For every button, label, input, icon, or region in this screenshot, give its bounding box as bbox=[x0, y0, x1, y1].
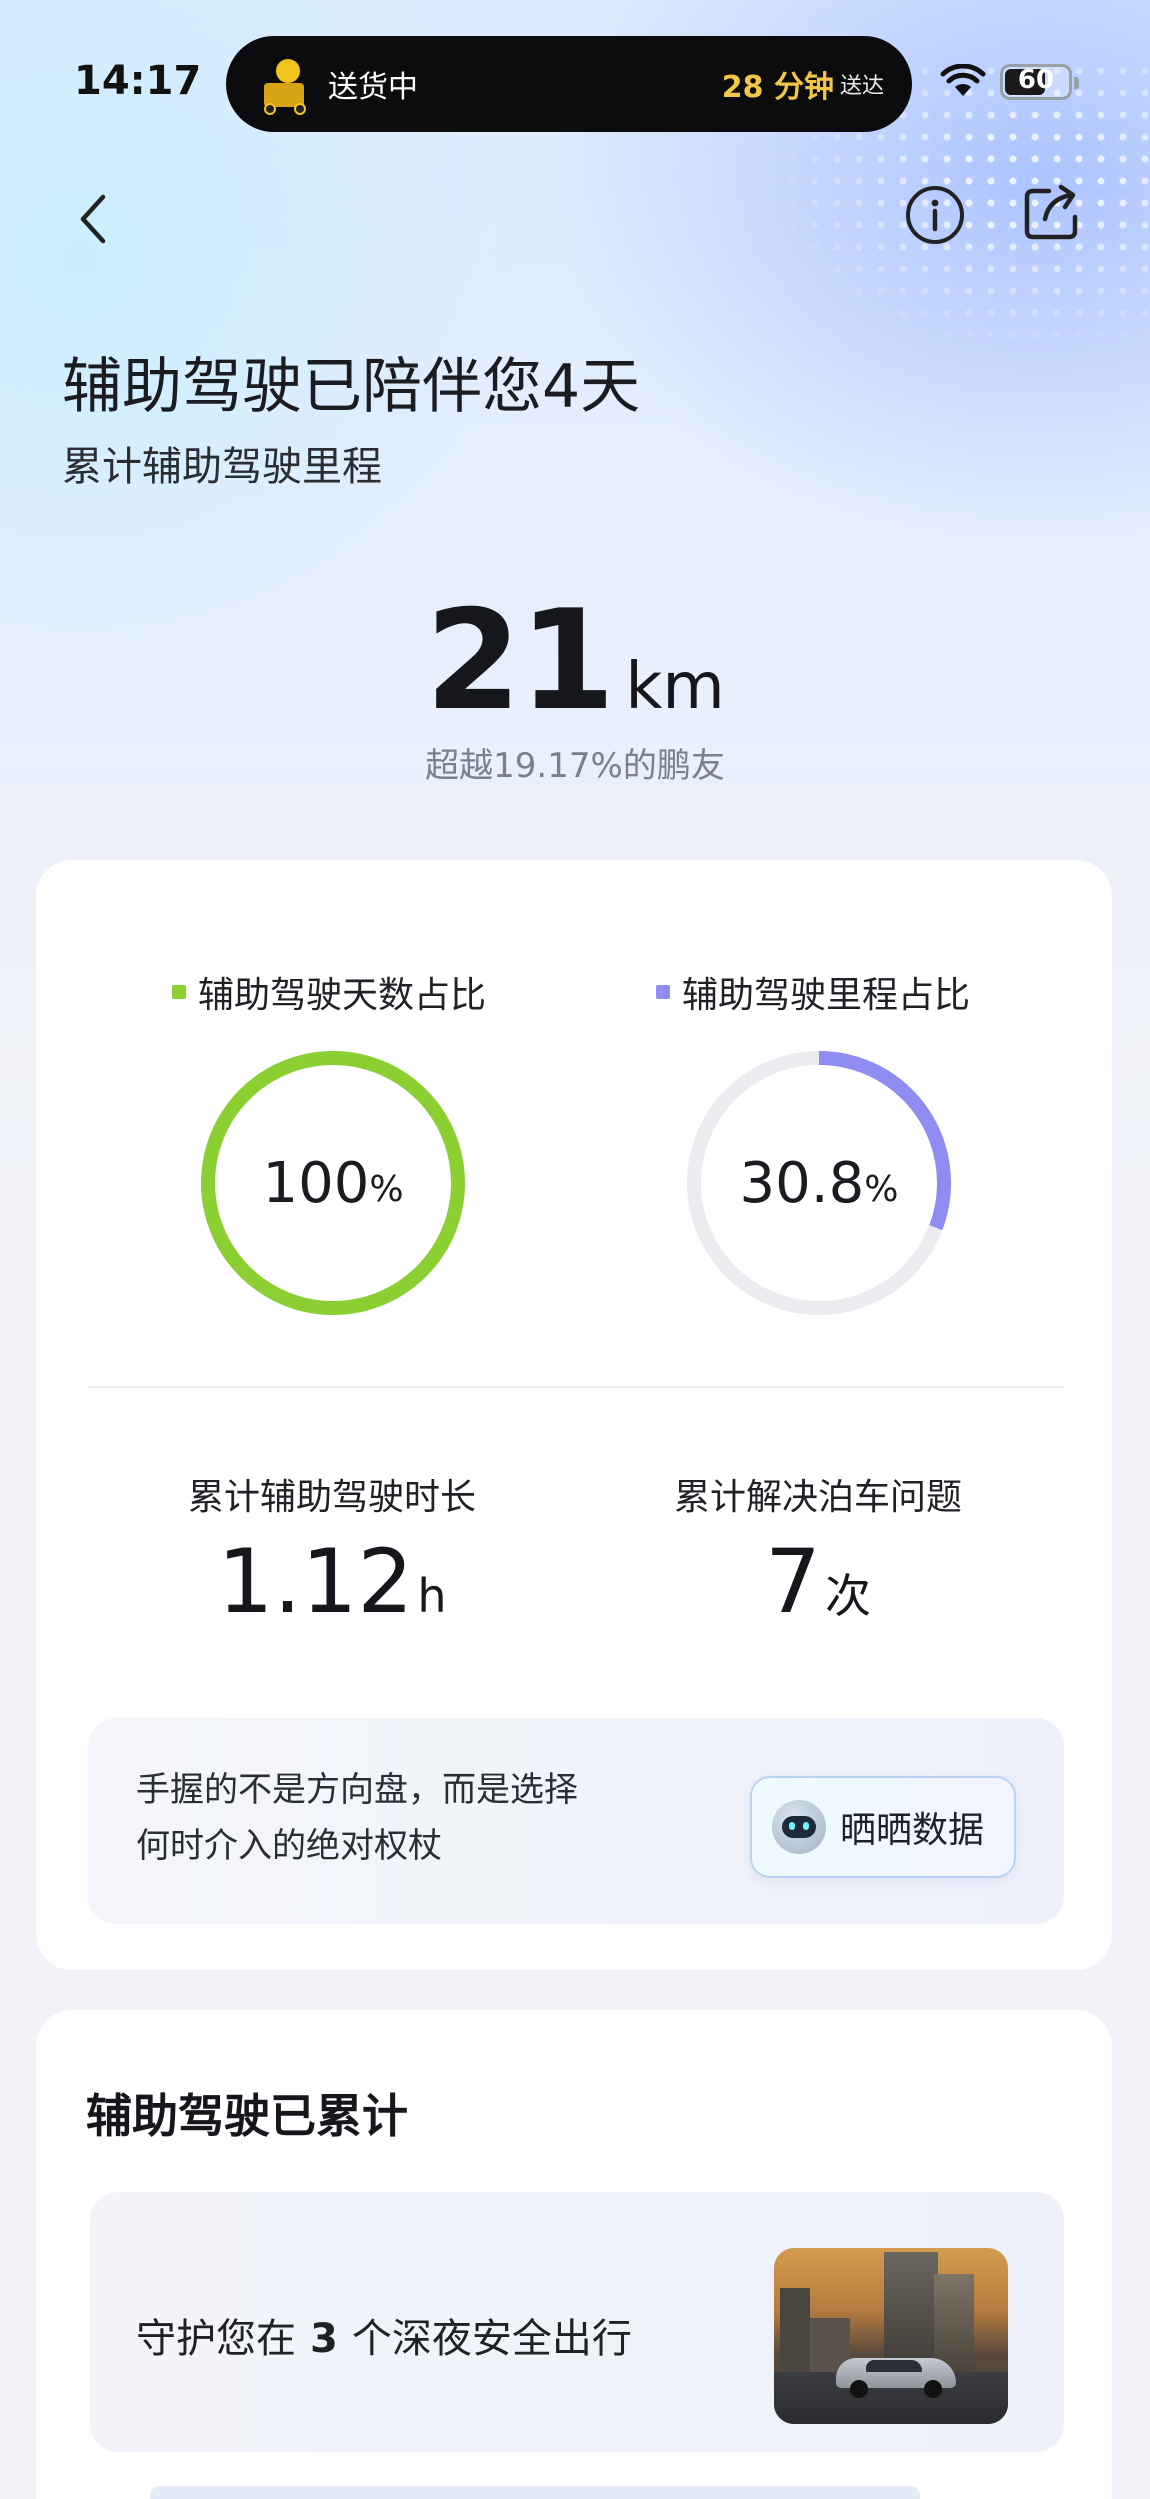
mileage-unit: km bbox=[625, 650, 725, 724]
section-title: 辅助驾驶已累计 bbox=[86, 2089, 408, 2143]
page-title: 辅助驾驶已陪伴您4天 bbox=[62, 352, 641, 422]
share-data-label: 晒晒数据 bbox=[840, 1810, 985, 1851]
mileage-subtitle: 累计辅助驾驶里程 bbox=[62, 444, 382, 490]
mileage-total: 21 km bbox=[0, 580, 1150, 741]
duration-stat: 1.12h bbox=[122, 1530, 542, 1633]
share-button[interactable] bbox=[1016, 178, 1086, 248]
night-trips-count: 3 bbox=[310, 2316, 338, 2362]
mileage-ratio-unit: % bbox=[864, 1168, 899, 1210]
mileage-ratio-label: 辅助驾驶里程占比 bbox=[682, 975, 971, 1016]
parking-value: 7 bbox=[765, 1530, 821, 1633]
mileage-ratio-ring: 30.8% bbox=[684, 1048, 954, 1318]
mileage-value: 21 bbox=[425, 580, 615, 741]
next-card-peek bbox=[150, 2486, 920, 2499]
mileage-ratio-legend: 辅助驾驶里程占比 bbox=[656, 966, 970, 1018]
night-trips-text: 守护您在 3 个深夜安全出行 bbox=[136, 2306, 632, 2364]
green-square-icon bbox=[172, 985, 186, 999]
courier-icon bbox=[256, 55, 314, 115]
delivery-status: 送货中 bbox=[328, 70, 418, 105]
duration-unit: h bbox=[417, 1569, 447, 1623]
mileage-ratio-value: 30.8 bbox=[739, 1150, 865, 1216]
days-ratio-ring: 100% bbox=[198, 1048, 468, 1318]
robot-assistant-icon bbox=[772, 1800, 826, 1854]
chevron-left-icon bbox=[80, 194, 106, 244]
info-button[interactable] bbox=[900, 180, 970, 250]
back-button[interactable] bbox=[58, 184, 128, 254]
quote-text: 手握的不是方向盘，而是选择 何时介入的绝对权杖 bbox=[136, 1762, 696, 1874]
ranking-text: 超越19.17%的鹏友 bbox=[425, 746, 725, 786]
wifi-icon bbox=[940, 64, 986, 96]
status-time: 14:17 bbox=[74, 58, 202, 104]
delivery-live-activity[interactable]: 送货中 28 分钟 送达 bbox=[226, 36, 912, 132]
night-trips-item[interactable]: 守护您在 3 个深夜安全出行 bbox=[90, 2192, 1064, 2452]
car-night-image bbox=[774, 2248, 1008, 2424]
duration-value: 1.12 bbox=[217, 1530, 414, 1633]
days-ratio-label: 辅助驾驶天数占比 bbox=[198, 975, 487, 1016]
battery-level: 60 bbox=[1017, 65, 1055, 95]
purple-square-icon bbox=[656, 985, 670, 999]
days-ratio-legend: 辅助驾驶天数占比 bbox=[172, 966, 486, 1018]
battery-icon: 60 bbox=[1000, 64, 1079, 100]
quote-banner: 手握的不是方向盘，而是选择 何时介入的绝对权杖 晒晒数据 bbox=[88, 1718, 1064, 1924]
delivery-eta-suffix: 送达 bbox=[839, 74, 884, 99]
share-data-button[interactable]: 晒晒数据 bbox=[750, 1776, 1016, 1878]
parking-label: 累计解决泊车问题 bbox=[673, 1477, 962, 1518]
duration-label: 累计辅助驾驶时长 bbox=[187, 1477, 476, 1518]
divider bbox=[88, 1386, 1064, 1388]
night-trips-prefix: 守护您在 bbox=[136, 2316, 296, 2362]
parking-unit: 次 bbox=[825, 1569, 871, 1623]
quote-line-2: 何时介入的绝对权杖 bbox=[136, 1826, 442, 1866]
night-trips-suffix: 个深夜安全出行 bbox=[351, 2316, 632, 2362]
share-icon bbox=[1024, 184, 1078, 240]
info-circle-icon bbox=[906, 186, 964, 244]
days-ratio-value: 100 bbox=[262, 1150, 370, 1216]
quote-line-1: 手握的不是方向盘，而是选择 bbox=[136, 1770, 578, 1810]
parking-stat: 7次 bbox=[608, 1530, 1028, 1633]
days-ratio-unit: % bbox=[369, 1168, 404, 1210]
delivery-eta: 28 分钟 bbox=[721, 70, 834, 105]
